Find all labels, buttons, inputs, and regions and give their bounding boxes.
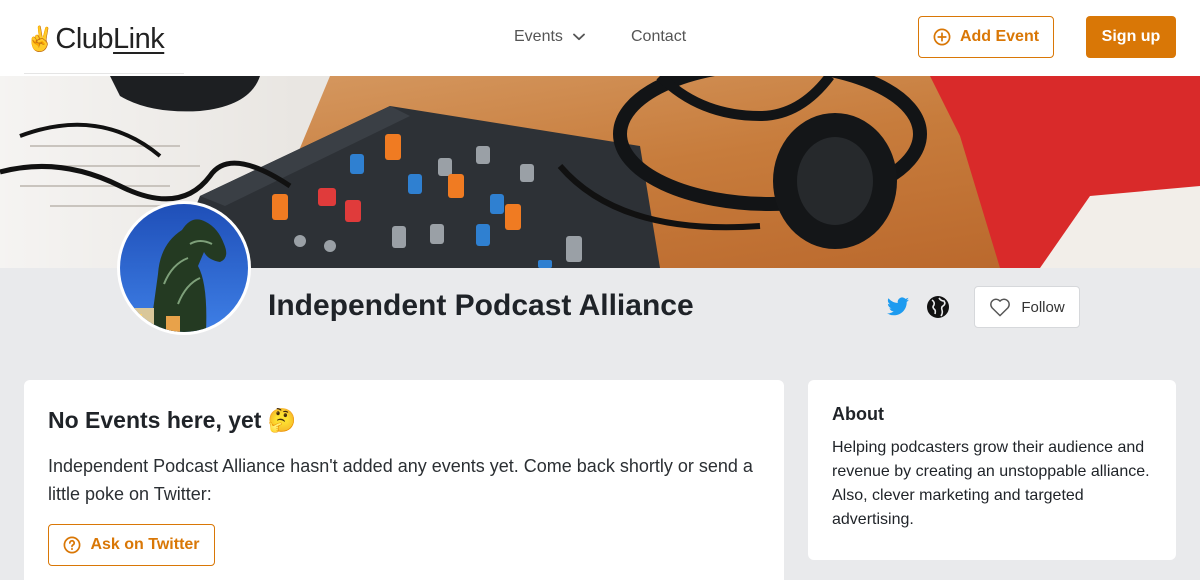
about-card: About Helping podcasters grow their audi… bbox=[808, 380, 1176, 560]
about-heading: About bbox=[832, 404, 884, 424]
top-navbar: ✌️ Club Link Events Contact Add Event Si… bbox=[0, 0, 1200, 76]
events-card: No Events here, yet 🤔 Independent Podcas… bbox=[24, 380, 784, 580]
ask-on-twitter-label: Ask on Twitter bbox=[90, 536, 200, 553]
divider bbox=[24, 73, 184, 74]
signup-button[interactable]: Sign up bbox=[1086, 16, 1176, 58]
twitter-link[interactable] bbox=[885, 295, 911, 319]
about-description: Helping podcasters grow their audience a… bbox=[832, 439, 1150, 528]
clublink-logo[interactable]: ✌️ Club Link bbox=[25, 22, 165, 56]
events-empty-message: Independent Podcast Alliance hasn't adde… bbox=[48, 456, 753, 504]
plus-circle-icon bbox=[933, 28, 951, 46]
add-event-label: Add Event bbox=[959, 28, 1040, 45]
club-name-title: Independent Podcast Alliance bbox=[268, 289, 694, 322]
events-heading: No Events here, yet 🤔 bbox=[48, 407, 297, 433]
heart-icon bbox=[990, 298, 1011, 317]
follow-button[interactable]: Follow bbox=[974, 286, 1080, 328]
add-event-button[interactable]: Add Event bbox=[918, 16, 1054, 58]
logo-text-club: Club bbox=[55, 22, 114, 55]
follow-label: Follow bbox=[1021, 298, 1065, 316]
chevron-down-icon bbox=[573, 33, 585, 41]
nav-events-label: Events bbox=[514, 28, 563, 45]
ask-on-twitter-button[interactable]: Ask on Twitter bbox=[48, 524, 215, 566]
horse-sculpture-photo bbox=[120, 204, 248, 332]
website-link[interactable] bbox=[926, 295, 950, 319]
nav-events-dropdown[interactable]: Events bbox=[514, 26, 585, 48]
twitter-icon bbox=[887, 297, 909, 316]
nav-contact-link[interactable]: Contact bbox=[631, 26, 686, 48]
logo-text-link: Link bbox=[113, 22, 165, 55]
question-circle-icon bbox=[64, 536, 81, 554]
victory-hand-icon: ✌️ bbox=[25, 25, 55, 53]
club-avatar bbox=[117, 201, 251, 335]
globe-icon bbox=[927, 296, 949, 318]
